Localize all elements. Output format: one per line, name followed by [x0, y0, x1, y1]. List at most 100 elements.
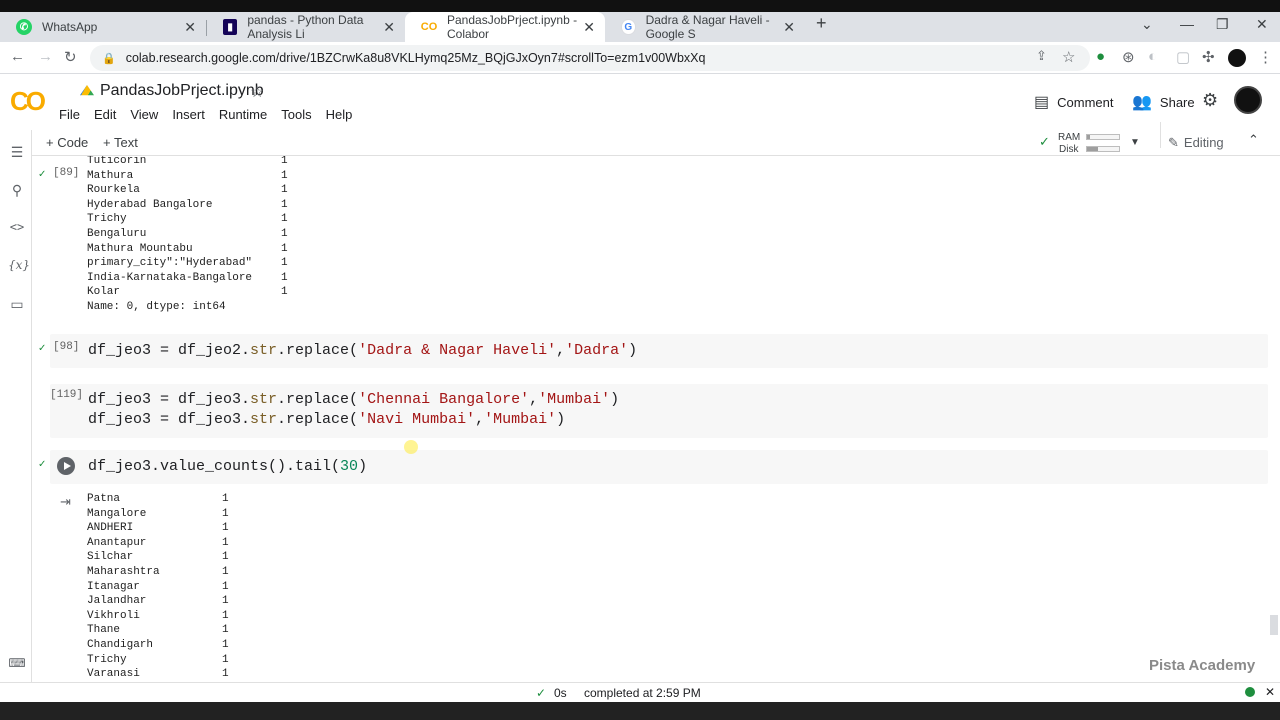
tab-whatsapp[interactable]: ✆ WhatsApp ✕	[0, 12, 206, 42]
chevron-down-icon[interactable]: ⌄	[1141, 16, 1153, 33]
menu-tools[interactable]: Tools	[281, 107, 311, 122]
tab-title: WhatsApp	[42, 20, 98, 34]
menu-runtime[interactable]: Runtime	[219, 107, 267, 122]
bookmark-star-icon[interactable]: ☆	[1062, 48, 1075, 66]
output-row-count: 1	[281, 156, 288, 167]
extension-icon[interactable]: ⊛	[1122, 48, 1135, 66]
colab-header: CO PandasJobPrject.ipynb ☆ File Edit Vie…	[0, 74, 1280, 130]
executed-check-icon: ✓	[38, 459, 47, 470]
toolbar-divider	[1160, 122, 1161, 148]
status-duration: 0s	[554, 686, 567, 700]
tab-title: PandasJobPrject.ipynb - Colabor	[447, 13, 578, 41]
extension-icon[interactable]: ▢	[1176, 48, 1190, 66]
code-token: df_jeo3 = df_jeo3.	[88, 391, 251, 408]
add-text-button[interactable]: + Text	[103, 135, 138, 150]
close-status-icon[interactable]: ✕	[1265, 685, 1275, 699]
close-icon[interactable]: ✕	[184, 19, 196, 36]
code-token: ,	[556, 342, 566, 359]
output-clear-icon[interactable]: ⇥	[60, 494, 71, 510]
caret-down-icon[interactable]: ▼	[1130, 137, 1140, 148]
code-editor[interactable]: df_jeo3 = df_jeo2.str.replace('Dadra & N…	[88, 342, 637, 359]
code-token: )	[556, 411, 566, 428]
search-icon[interactable]: ⚲	[8, 182, 26, 199]
close-icon[interactable]: ✕	[383, 19, 395, 36]
colab-logo[interactable]: CO	[10, 86, 46, 117]
output-row-count: 1	[222, 551, 229, 564]
output-row-count: 1	[222, 507, 229, 520]
output-row-name: Itanagar	[87, 580, 140, 593]
add-code-button[interactable]: + Code	[46, 135, 88, 150]
new-tab-icon[interactable]: +	[816, 13, 827, 34]
output-row-name: India-Karnataka-Bangalore	[87, 271, 253, 284]
extension-globe-icon[interactable]: ●	[1096, 48, 1105, 65]
forward-icon[interactable]: →	[38, 48, 53, 65]
chevron-up-icon[interactable]: ⌃	[1248, 132, 1259, 148]
avatar[interactable]	[1234, 86, 1262, 114]
code-editor-line[interactable]: df_jeo3 = df_jeo3.str.replace('Chennai B…	[88, 391, 619, 408]
code-editor[interactable]: df_jeo3.value_counts().tail(30)	[88, 458, 367, 475]
output-row-count: 1	[281, 242, 288, 255]
tab-pandas[interactable]: ▮ pandas - Python Data Analysis Li ✕	[207, 12, 405, 42]
cell-output-89: Tuticorin 1 Mathura 1 Rourkela 1 Hyderabad Ban…	[87, 156, 387, 314]
execution-count: [89]	[53, 167, 80, 179]
terminal-icon[interactable]: ⌨	[8, 656, 26, 670]
reload-icon[interactable]: ↻	[64, 48, 77, 66]
back-icon[interactable]: ←	[10, 48, 25, 65]
share-label: Share	[1159, 94, 1195, 110]
folder-icon[interactable]: ▭	[8, 296, 26, 313]
extension-icon[interactable]: ◐	[1148, 48, 1157, 65]
profile-icon[interactable]	[1228, 49, 1246, 67]
output-row-name: Mathura Mountabu	[87, 242, 193, 255]
output-row-name: Thane	[87, 624, 121, 637]
output-row-count: 1	[222, 493, 229, 505]
watermark: Pista Academy	[1149, 657, 1256, 674]
output-row-name: Anantapur	[87, 536, 147, 549]
menu-view[interactable]: View	[130, 107, 158, 122]
share-button[interactable]: 👥 Share	[1132, 92, 1195, 112]
table-of-contents-icon[interactable]: ☰	[8, 144, 26, 161]
notebook-title[interactable]: PandasJobPrject.ipynb	[80, 82, 264, 100]
output-row-count: 1	[281, 213, 288, 226]
disk-bar	[1086, 146, 1120, 152]
execution-count: [98]	[53, 341, 80, 353]
editing-mode-button[interactable]: ✎ Editing	[1168, 135, 1224, 151]
output-row-count: 1	[281, 184, 288, 197]
menu-edit[interactable]: Edit	[94, 107, 116, 122]
gear-icon[interactable]: ⚙	[1202, 90, 1218, 111]
menu-file[interactable]: File	[59, 107, 80, 122]
disk-label: Disk	[1059, 144, 1079, 155]
output-row-name: Patna	[87, 493, 121, 505]
close-icon[interactable]: ✕	[783, 19, 795, 36]
output-row-count: 1	[222, 580, 229, 593]
variables-icon[interactable]: {x}	[8, 258, 30, 272]
code-snippets-icon[interactable]: <>	[8, 220, 26, 234]
puzzle-icon[interactable]: ✣	[1202, 48, 1215, 66]
code-editor-line[interactable]: df_jeo3 = df_jeo3.str.replace('Navi Mumb…	[88, 411, 565, 428]
menu-bar: File Edit View Insert Runtime Tools Help	[59, 107, 366, 122]
cell-output-current: Patna 1 Mangalore 1 ANDHERI 1 Anantapur 1 Silcha…	[87, 492, 387, 682]
menu-insert[interactable]: Insert	[172, 107, 205, 122]
tab-colab[interactable]: CO PandasJobPrject.ipynb - Colabor ✕	[405, 12, 605, 42]
people-icon: 👥	[1132, 94, 1152, 111]
code-token: 'Mumbai'	[538, 391, 611, 408]
window-close-icon[interactable]: ✕	[1256, 16, 1268, 33]
share-page-icon[interactable]: ⇪	[1036, 48, 1047, 64]
code-cell-98[interactable]: ✓ [98] df_jeo3 = df_jeo2.str.replace('Da…	[38, 334, 1268, 368]
kebab-menu-icon[interactable]: ⋮	[1258, 48, 1273, 66]
ram-label: RAM	[1058, 132, 1081, 143]
os-taskbar	[0, 702, 1280, 720]
star-icon[interactable]: ☆	[250, 82, 264, 102]
maximize-icon[interactable]: ❐	[1216, 16, 1229, 33]
code-cell-119[interactable]: [119] df_jeo3 = df_jeo3.str.replace('Che…	[50, 384, 1268, 438]
menu-help[interactable]: Help	[326, 107, 353, 122]
scrollbar[interactable]	[1270, 615, 1278, 635]
run-cell-button[interactable]	[57, 457, 75, 475]
comment-button[interactable]: ▤ Comment	[1034, 92, 1113, 112]
tab-google[interactable]: G Dadra & Nagar Haveli - Google S ✕	[605, 12, 805, 42]
code-token: str	[250, 342, 278, 359]
close-icon[interactable]: ✕	[583, 19, 595, 36]
minimize-icon[interactable]: —	[1180, 16, 1194, 32]
output-row-name: Mangalore	[87, 507, 147, 520]
code-cell-current[interactable]: ✓ df_jeo3.value_counts().tail(30)	[38, 450, 1268, 484]
address-bar[interactable]: 🔒 colab.research.google.com/drive/1BZCrw…	[90, 45, 1090, 71]
